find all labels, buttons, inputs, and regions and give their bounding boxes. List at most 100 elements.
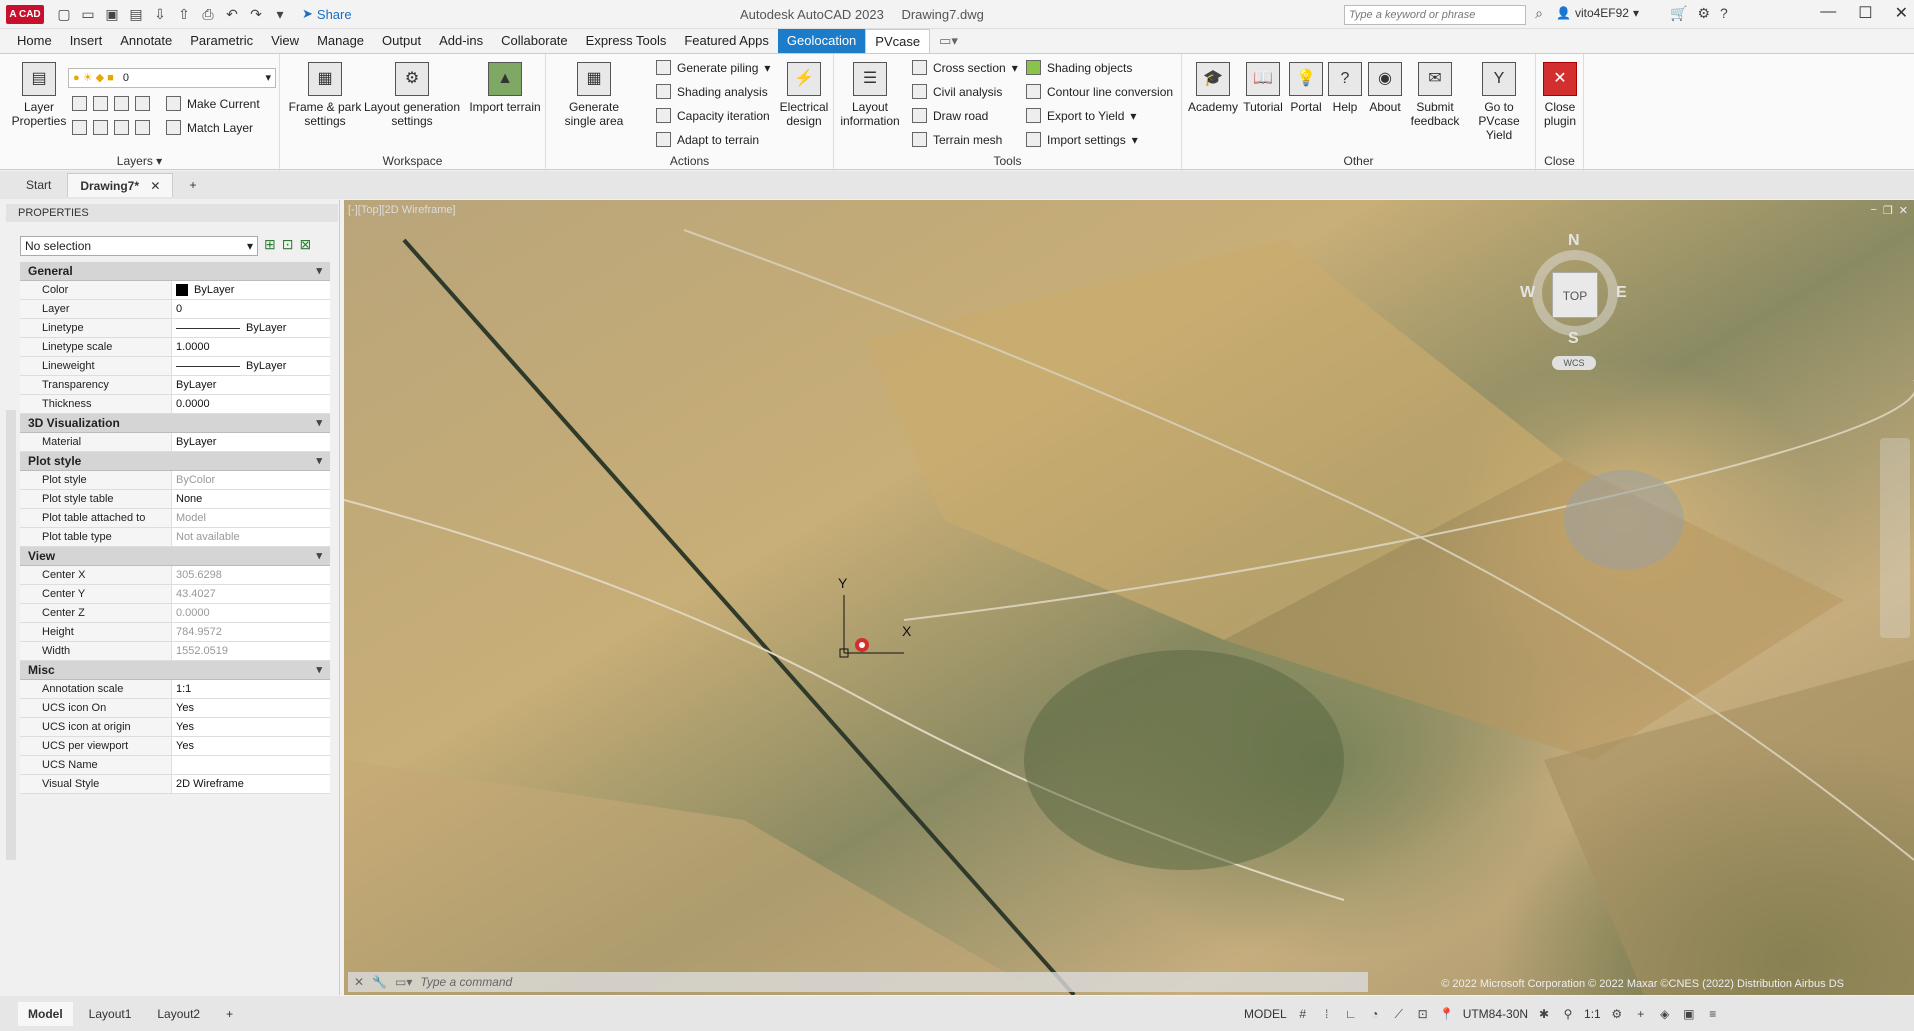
property-row[interactable]: Plot style table None [20, 490, 330, 509]
property-row[interactable]: Transparency ByLayer [20, 376, 330, 395]
tab-collaborate[interactable]: Collaborate [492, 29, 577, 53]
add-layout-button[interactable]: + [216, 1007, 243, 1021]
tab-start[interactable]: Start [14, 173, 63, 197]
palette-side-strip[interactable] [6, 410, 16, 860]
wrench-icon[interactable]: 🔧 [372, 972, 387, 992]
minimize-icon[interactable]: − [1870, 204, 1876, 217]
navigation-bar[interactable] [1880, 438, 1910, 638]
property-row[interactable]: UCS icon at origin Yes [20, 718, 330, 737]
osnap-icon[interactable]: ⊡ [1415, 1006, 1431, 1022]
selection-dropdown[interactable]: No selection ▾ [20, 236, 258, 256]
contour-line-conversion-button[interactable]: Contour line conversion [1026, 84, 1173, 99]
new-tab-button[interactable]: + [177, 173, 208, 197]
make-current-button[interactable]: Make Current [166, 96, 260, 111]
generate-single-area-button[interactable]: ▦ Generate single area [552, 62, 636, 128]
search-icon[interactable]: ⌕ [1530, 5, 1548, 23]
user-account[interactable]: 👤 vito4EF92 ▾ [1556, 6, 1639, 20]
property-row[interactable]: Linetype ByLayer [20, 319, 330, 338]
layout-generation-settings-button[interactable]: ⚙ Layout generation settings [362, 62, 462, 128]
model-space-toggle[interactable]: MODEL [1244, 1007, 1287, 1021]
section-misc[interactable]: Misc [20, 661, 330, 680]
property-row[interactable]: Height 784.9572 [20, 623, 330, 642]
properties-title[interactable]: PROPERTIES [6, 204, 338, 222]
section-3d-visualization[interactable]: 3D Visualization [20, 414, 330, 433]
layer-tool-icon[interactable] [114, 120, 129, 135]
capacity-iteration-button[interactable]: Capacity iteration [656, 108, 770, 123]
snap-icon[interactable]: ⁞ [1319, 1006, 1335, 1022]
layers-panel-title[interactable]: Layers ▾ [0, 154, 279, 168]
close-plugin-button[interactable]: ✕ Close plugin [1538, 62, 1582, 128]
tab-addins[interactable]: Add-ins [430, 29, 492, 53]
undo-icon[interactable]: ↶ [222, 4, 242, 24]
property-row[interactable]: Center Y 43.4027 [20, 585, 330, 604]
property-row[interactable]: Plot table attached to Model [20, 509, 330, 528]
layer-dropdown[interactable]: ● ☀ ◆ ■ 0 ▾ [68, 68, 276, 88]
tab-output[interactable]: Output [373, 29, 430, 53]
section-general[interactable]: General [20, 262, 330, 281]
property-row[interactable]: Lineweight ByLayer [20, 357, 330, 376]
command-history-icon[interactable]: ▭▾ [395, 972, 412, 992]
frame-park-settings-button[interactable]: ▦ Frame & park settings [284, 62, 366, 128]
tab-model[interactable]: Model [18, 1001, 73, 1026]
select-objects-icon[interactable]: ⊡ [282, 236, 294, 253]
academy-button[interactable]: 🎓 Academy [1186, 62, 1240, 114]
web-open-icon[interactable]: ⇧ [174, 4, 194, 24]
tab-pvcase[interactable]: PVcase [865, 29, 931, 53]
search-input[interactable]: Type a keyword or phrase [1344, 5, 1526, 25]
about-button[interactable]: ◉ About [1364, 62, 1406, 114]
annotation-scale[interactable]: 1:1 [1584, 1007, 1601, 1021]
tab-featured-apps[interactable]: Featured Apps [675, 29, 778, 53]
generate-piling-button[interactable]: Generate piling ▾ [656, 60, 770, 75]
property-row[interactable]: Width 1552.0519 [20, 642, 330, 661]
command-close-icon[interactable]: ✕ [354, 972, 364, 992]
command-input[interactable]: Type a command [420, 972, 512, 992]
web-save-icon[interactable]: ⇩ [150, 4, 170, 24]
tab-view[interactable]: View [262, 29, 308, 53]
terrain-mesh-button[interactable]: Terrain mesh [912, 132, 1002, 147]
compass-west[interactable]: W [1520, 284, 1535, 302]
layer-tool-icon[interactable] [93, 96, 108, 111]
import-settings-button[interactable]: Import settings ▾ [1026, 132, 1138, 147]
close-tab-icon[interactable]: ✕ [150, 179, 160, 193]
customize-qat-icon[interactable]: ▾ [270, 4, 290, 24]
property-row[interactable]: Linetype scale 1.0000 [20, 338, 330, 357]
quick-select-icon[interactable]: ⊠ [299, 236, 311, 253]
go-to-pvcase-yield-button[interactable]: Y Go to PVcase Yield [1464, 62, 1534, 142]
tab-parametric[interactable]: Parametric [181, 29, 262, 53]
close-icon[interactable]: ✕ [1899, 204, 1908, 217]
clean-screen-icon[interactable]: ▣ [1681, 1006, 1697, 1022]
adapt-to-terrain-button[interactable]: Adapt to terrain [656, 132, 759, 147]
close-icon[interactable]: ✕ [1895, 3, 1908, 23]
polar-icon[interactable]: ◔ [1367, 1006, 1383, 1022]
draw-road-button[interactable]: Draw road [912, 108, 988, 123]
coordinate-system[interactable]: UTM84-30N [1463, 1007, 1528, 1021]
isodraft-icon[interactable]: ⟋ [1391, 1006, 1407, 1022]
property-row[interactable]: UCS per viewport Yes [20, 737, 330, 756]
portal-button[interactable]: 💡 Portal [1286, 62, 1326, 114]
geolocation-pin-icon[interactable]: 📍 [1439, 1006, 1455, 1022]
tab-home[interactable]: Home [8, 29, 61, 53]
workspace-gear-icon[interactable]: ⚙ [1609, 1006, 1625, 1022]
property-row[interactable]: Layer 0 [20, 300, 330, 319]
cross-section-button[interactable]: Cross section ▾ [912, 60, 1018, 75]
share-button[interactable]: ➤ Share [302, 6, 352, 22]
tab-layout1[interactable]: Layout1 [79, 1007, 142, 1021]
tab-express-tools[interactable]: Express Tools [577, 29, 676, 53]
shading-analysis-button[interactable]: Shading analysis [656, 84, 768, 99]
drawing-viewport[interactable]: [-][Top][2D Wireframe] − ❐ ✕ Y X N W E S… [344, 200, 1914, 995]
compass-south[interactable]: S [1568, 330, 1579, 348]
property-row[interactable]: Visual Style 2D Wireframe [20, 775, 330, 794]
viewport-label[interactable]: [-][Top][2D Wireframe] [348, 204, 456, 216]
property-row[interactable]: Color ByLayer [20, 281, 330, 300]
wcs-menu[interactable]: WCS [1552, 356, 1596, 370]
layer-tool-icon[interactable] [114, 96, 129, 111]
command-line[interactable]: ✕ 🔧 ▭▾ Type a command [348, 972, 1368, 992]
redo-icon[interactable]: ↷ [246, 4, 266, 24]
civil-analysis-button[interactable]: Civil analysis [912, 84, 1002, 99]
layer-tool-icon[interactable] [135, 96, 150, 111]
tutorial-button[interactable]: 📖 Tutorial [1240, 62, 1286, 114]
new-file-icon[interactable]: ▢ [54, 4, 74, 24]
submit-feedback-button[interactable]: ✉ Submit feedback [1408, 62, 1462, 128]
property-row[interactable]: Center Z 0.0000 [20, 604, 330, 623]
minimize-icon[interactable]: — [1820, 3, 1836, 23]
